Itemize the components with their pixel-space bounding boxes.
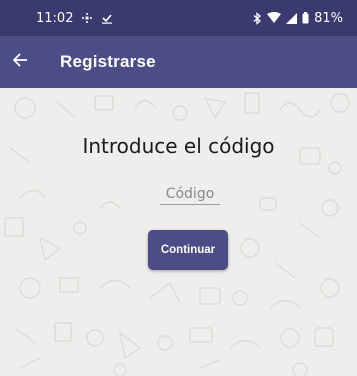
main-content: Introduce el código Continuar: [0, 88, 357, 376]
continue-button[interactable]: Continuar: [148, 230, 228, 270]
code-heading: Introduce el código: [82, 134, 275, 158]
battery-icon: [302, 12, 309, 24]
download-check-icon: [101, 12, 113, 24]
status-time: 11:02: [36, 10, 74, 26]
back-arrow-icon: [12, 52, 28, 73]
status-left: 11:02: [36, 11, 113, 26]
code-input[interactable]: [160, 186, 220, 205]
page-title: Registrarse: [60, 52, 156, 71]
grid-icon: [81, 12, 93, 24]
back-button[interactable]: [0, 36, 46, 88]
status-bar: 11:02 81%: [0, 0, 357, 36]
bluetooth-icon: [252, 11, 262, 25]
battery-level: 81%: [314, 10, 343, 26]
status-right: 81%: [252, 11, 343, 26]
app-bar: Registrarse: [0, 36, 357, 88]
signal-icon: [286, 12, 298, 24]
wifi-icon: [267, 12, 282, 24]
